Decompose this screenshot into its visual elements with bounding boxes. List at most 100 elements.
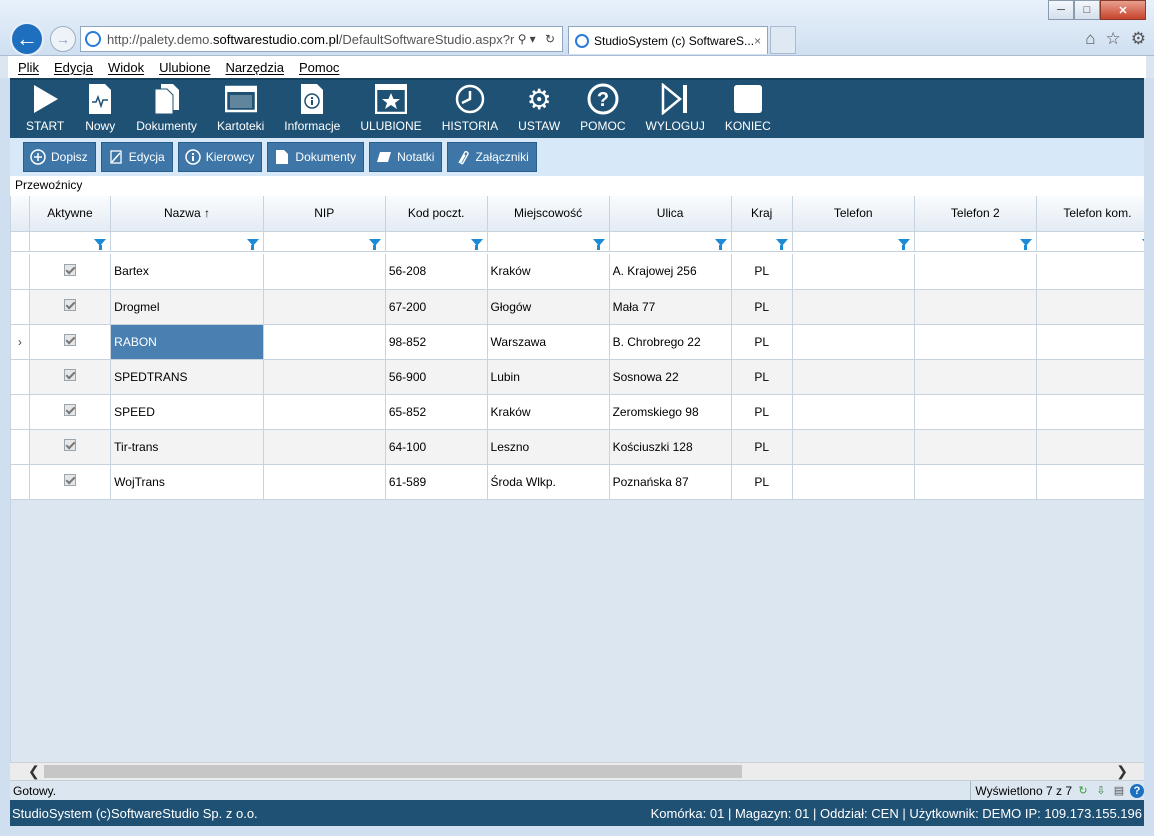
cell-mobile[interactable] [1036, 394, 1144, 430]
cell-zip[interactable]: 98-852 [385, 324, 488, 360]
columns-icon[interactable]: ▤ [1112, 784, 1126, 798]
scroll-right-arrow-icon[interactable]: ❯ [1116, 763, 1128, 780]
filter-name[interactable] [110, 231, 264, 252]
toolbar-start-button[interactable]: START [16, 80, 74, 138]
cell-country[interactable]: PL [731, 324, 793, 360]
row-header[interactable] [11, 464, 30, 500]
cell-mobile[interactable] [1036, 324, 1144, 360]
cell-street[interactable]: Zeromskiego 98 [609, 394, 732, 430]
cell-nip[interactable] [263, 254, 386, 290]
toolbar-settings-button[interactable]: ⚙ USTAW [508, 80, 570, 138]
col-header-zip[interactable]: Kod poczt. [385, 196, 488, 232]
toolbar-documents-button[interactable]: Dokumenty [126, 80, 207, 138]
filter-icon[interactable] [714, 239, 727, 250]
table-row[interactable]: Tir-trans 64-100 Leszno Kościuszki 128 P… [11, 429, 1144, 465]
documents-button[interactable]: Dokumenty [267, 142, 365, 172]
col-header-phone[interactable]: Telefon [792, 196, 915, 232]
cell-name[interactable]: WojTrans [110, 464, 264, 500]
cell-nip[interactable] [263, 359, 386, 395]
toolbar-info-button[interactable]: Informacje [274, 80, 350, 138]
cell-street[interactable]: Mała 77 [609, 289, 732, 325]
cell-city[interactable]: Środa Wlkp. [487, 464, 610, 500]
active-checkbox[interactable] [63, 404, 76, 416]
cell-name[interactable]: SPEDTRANS [110, 359, 264, 395]
cell-zip[interactable]: 56-208 [385, 254, 488, 290]
cell-phone2[interactable] [914, 359, 1037, 395]
cell-phone[interactable] [792, 359, 915, 395]
cell-street[interactable]: B. Chrobrego 22 [609, 324, 732, 360]
cell-phone2[interactable] [914, 324, 1037, 360]
minimize-button[interactable]: ─ [1048, 0, 1074, 20]
active-checkbox[interactable] [63, 369, 76, 381]
forward-button[interactable]: → [50, 26, 76, 52]
close-window-button[interactable]: ✕ [1100, 0, 1146, 20]
horizontal-scrollbar[interactable]: ❮ ❯ [10, 762, 1144, 780]
filter-phone2[interactable] [914, 231, 1037, 252]
cell-country[interactable]: PL [731, 289, 793, 325]
menu-widok[interactable]: Widok [108, 60, 144, 75]
col-header-active[interactable]: Aktywne [29, 196, 112, 232]
col-header-street[interactable]: Ulica [609, 196, 732, 232]
active-checkbox[interactable] [63, 263, 76, 276]
cell-phone[interactable] [792, 394, 915, 430]
cell-street[interactable]: A. Krajowej 256 [609, 254, 732, 290]
active-checkbox[interactable] [63, 439, 76, 451]
toolbar-help-button[interactable]: ? POMOC [570, 80, 635, 138]
toolbar-history-button[interactable]: HISTORIA [432, 80, 508, 138]
cell-zip[interactable]: 61-589 [385, 464, 488, 500]
filter-phone[interactable] [792, 231, 915, 252]
toolbar-kartoteki-button[interactable]: Kartoteki [207, 80, 274, 138]
filter-icon[interactable] [1019, 239, 1032, 250]
table-row[interactable]: Bartex 56-208 Kraków A. Krajowej 256 PL [11, 254, 1144, 290]
col-header-nip[interactable]: NIP [263, 196, 386, 232]
active-checkbox[interactable] [63, 474, 76, 486]
filter-icon[interactable] [1142, 239, 1144, 246]
cell-city[interactable]: Lubin [487, 359, 610, 395]
table-row-selected[interactable]: › RABON 98-852 Warszawa B. Chrobrego 22 … [11, 324, 1144, 360]
cell-name[interactable]: Drogmel [110, 289, 264, 325]
maximize-button[interactable]: □ [1074, 0, 1100, 20]
cell-active[interactable] [29, 394, 112, 430]
cell-country[interactable]: PL [731, 464, 793, 500]
notes-button[interactable]: Notatki [369, 142, 443, 172]
filter-icon[interactable] [94, 239, 107, 250]
col-header-city[interactable]: Miejscowość [487, 196, 610, 232]
cell-phone2[interactable] [914, 394, 1037, 430]
cell-active[interactable] [29, 359, 112, 395]
row-header[interactable] [11, 359, 30, 395]
filter-street[interactable] [609, 231, 732, 252]
filter-icon[interactable] [775, 239, 788, 250]
cell-phone[interactable] [792, 464, 915, 500]
cell-mobile[interactable] [1036, 429, 1144, 465]
cell-active[interactable] [29, 464, 112, 500]
cell-nip[interactable] [263, 464, 386, 500]
filter-icon[interactable] [368, 239, 381, 250]
favorites-star-icon[interactable]: ☆ [1106, 29, 1121, 49]
cell-street[interactable]: Poznańska 87 [609, 464, 732, 500]
cell-mobile[interactable] [1036, 254, 1144, 290]
cell-city[interactable]: Warszawa [487, 324, 610, 360]
cell-name[interactable]: SPEED [110, 394, 264, 430]
filter-icon[interactable] [246, 239, 259, 250]
cell-phone[interactable] [792, 254, 915, 290]
menu-ulubione[interactable]: Ulubione [159, 60, 210, 75]
home-icon[interactable]: ⌂ [1085, 29, 1095, 49]
browser-tab[interactable]: StudioSystem (c) SoftwareS... × [568, 26, 768, 54]
col-header-country[interactable]: Kraj [731, 196, 793, 232]
table-row[interactable]: SPEDTRANS 56-900 Lubin Sosnowa 22 PL [11, 359, 1144, 395]
cell-mobile[interactable] [1036, 289, 1144, 325]
cell-nip[interactable] [263, 394, 386, 430]
cell-phone[interactable] [792, 429, 915, 465]
cell-phone2[interactable] [914, 429, 1037, 465]
filter-country[interactable] [731, 231, 793, 252]
filter-active[interactable] [29, 231, 112, 252]
cell-zip[interactable]: 56-900 [385, 359, 488, 395]
cell-nip[interactable] [263, 429, 386, 465]
address-url[interactable]: http://palety.demo.softwarestudio.com.pl… [107, 32, 514, 47]
filter-icon[interactable] [897, 239, 910, 250]
filter-mobile[interactable] [1036, 231, 1144, 252]
refresh-icon[interactable]: ↻ [1076, 784, 1090, 798]
active-checkbox[interactable] [63, 299, 76, 311]
toolbar-favorites-button[interactable]: ULUBIONE [350, 80, 431, 138]
cell-phone[interactable] [792, 289, 915, 325]
